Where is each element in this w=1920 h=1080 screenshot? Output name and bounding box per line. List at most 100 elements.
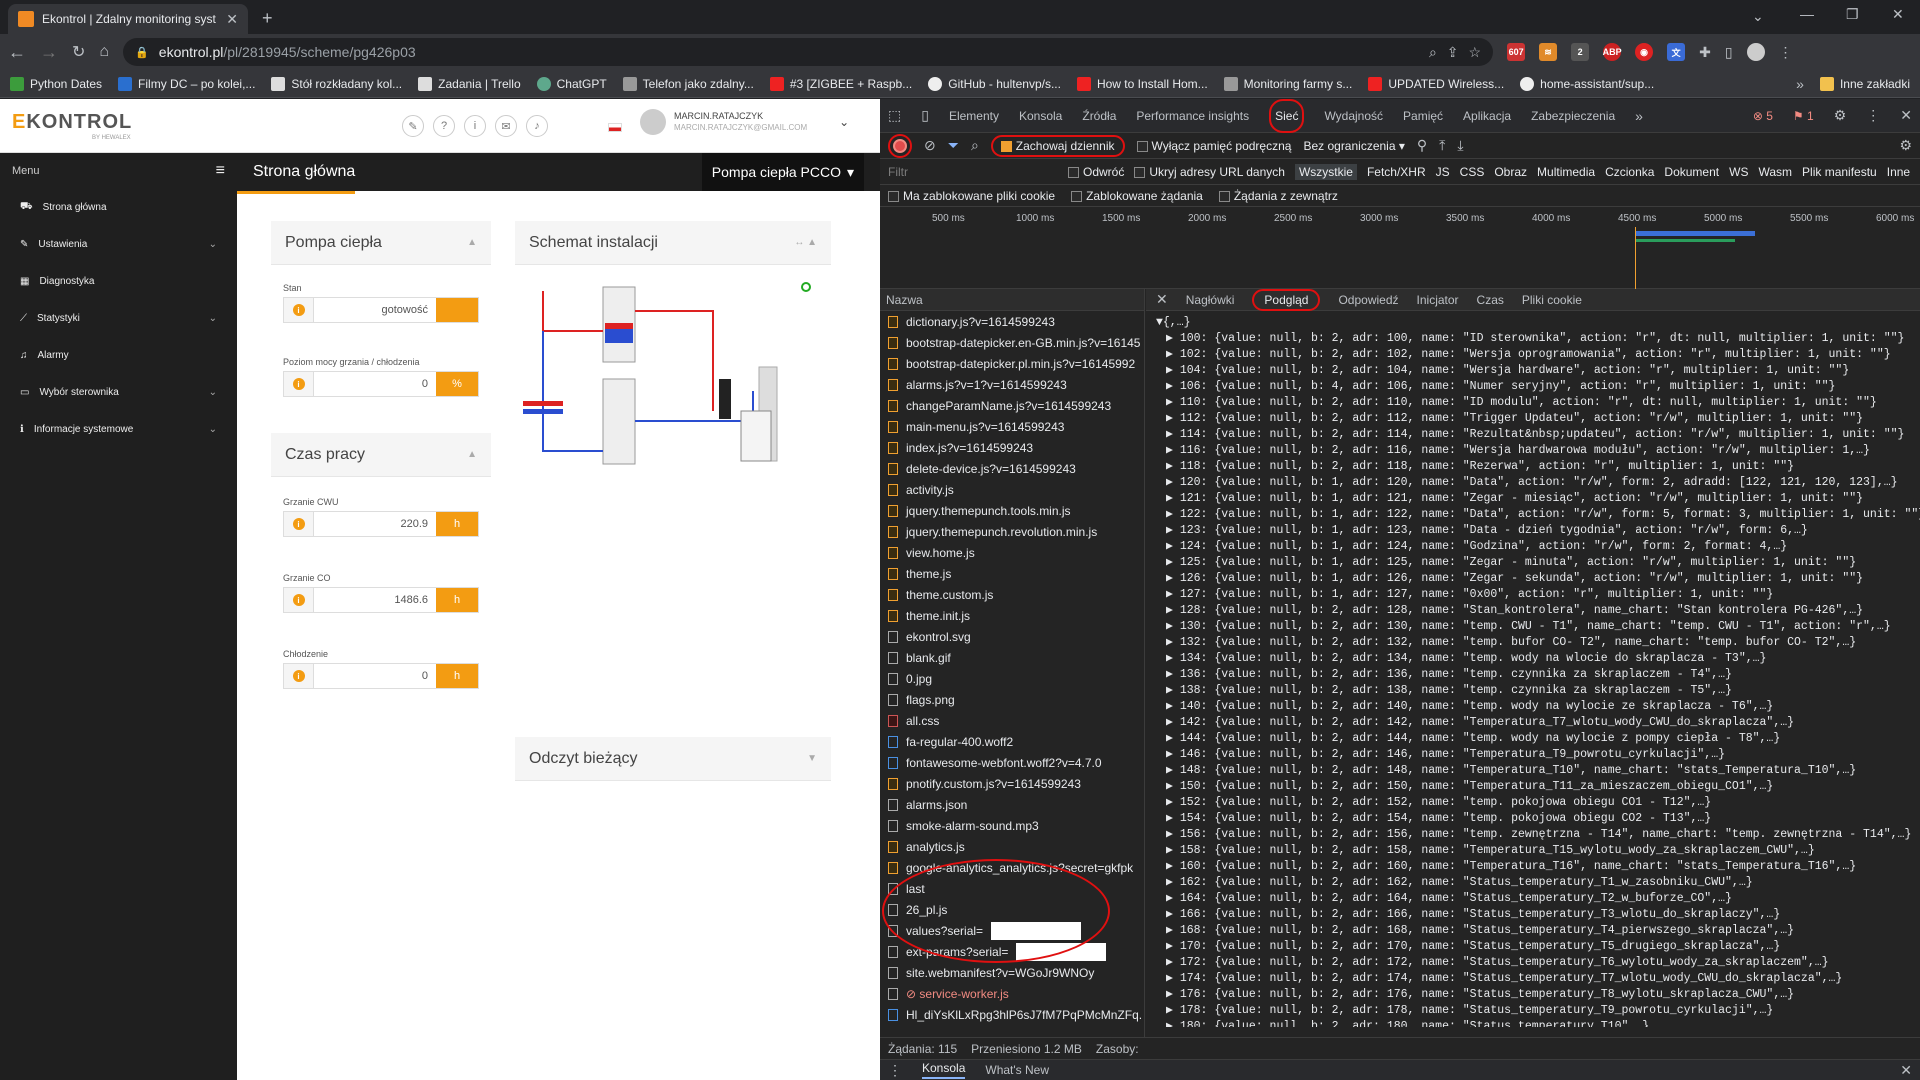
type-filter-wasm[interactable]: Wasm (1758, 165, 1792, 179)
json-entry[interactable]: ▶ 162: {value: null, b: 2, adr: 162, nam… (1156, 875, 1910, 891)
json-preview[interactable]: ▼{,…} ▶ 100: {value: null, b: 2, adr: 100… (1146, 311, 1920, 1027)
type-filter-all[interactable]: Wszystkie (1294, 163, 1357, 180)
tab-performance[interactable]: Wydajność (1324, 109, 1383, 123)
collapse-icon[interactable]: ▲ (467, 449, 477, 460)
tab-preview[interactable]: Podgląd (1252, 288, 1321, 311)
request-row[interactable]: jquery.themepunch.tools.min.js (880, 500, 1144, 521)
tab-sources[interactable]: Źródła (1082, 109, 1116, 123)
edit-icon[interactable]: ✎ (402, 115, 424, 137)
window-close-icon[interactable]: ✕ (1892, 6, 1904, 23)
more-options-icon[interactable]: ⋮ (1866, 107, 1880, 124)
json-entry[interactable]: ▶ 104: {value: null, b: 2, adr: 104, nam… (1156, 363, 1910, 379)
error-count[interactable]: ⊗ 5 (1753, 109, 1773, 123)
request-row[interactable]: pnotify.custom.js?v=1614599243 (880, 773, 1144, 794)
request-row[interactable]: Hl_diYsKlLxRpg3hlP6sJ7fM7PqPMcMnZFq. (880, 1004, 1144, 1025)
bookmark-item[interactable]: UPDATED Wireless... (1368, 76, 1504, 91)
tab-headers[interactable]: Nagłówki (1186, 293, 1235, 307)
minimize-icon[interactable]: — (1800, 6, 1814, 22)
throttle-select[interactable]: Bez ograniczenia ▾ (1303, 139, 1404, 153)
poland-flag-icon[interactable] (608, 123, 622, 132)
bookmark-item[interactable]: Zadania | Trello (418, 76, 521, 91)
bookmark-item[interactable]: How to Install Hom... (1076, 76, 1208, 91)
request-row[interactable]: activity.js (880, 479, 1144, 500)
tab-memory[interactable]: Pamięć (1403, 109, 1443, 123)
chrome-menu-icon[interactable]: ⋮ (1779, 44, 1793, 61)
info-icon[interactable]: i (284, 512, 314, 536)
info-icon[interactable]: i (284, 298, 314, 322)
json-entry[interactable]: ▶ 134: {value: null, b: 2, adr: 134, nam… (1156, 651, 1910, 667)
tab-network[interactable]: Sieć (1269, 99, 1305, 133)
bookmark-item[interactable]: Telefon jako zdalny... (622, 76, 754, 91)
bookmark-item[interactable]: home-assistant/sup... (1520, 76, 1654, 91)
type-filter-doc[interactable]: Dokument (1664, 165, 1719, 179)
ekontrol-logo[interactable]: EKONTROL BY HEWALEX (12, 111, 132, 141)
sidebar-item-diagnostics[interactable]: ▦ Diagnostyka (0, 263, 237, 300)
sidebar-item-home[interactable]: ⛟ Strona główna (0, 189, 237, 226)
json-entry[interactable]: ▶ 174: {value: null, b: 2, adr: 174, nam… (1156, 971, 1910, 987)
tab-search-icon[interactable]: ⌄ (1752, 8, 1764, 25)
json-entry[interactable]: ▶ 130: {value: null, b: 2, adr: 130, nam… (1156, 619, 1910, 635)
request-row[interactable]: view.home.js (880, 542, 1144, 563)
json-entry[interactable]: ▶ 164: {value: null, b: 2, adr: 164, nam… (1156, 891, 1910, 907)
import-har-icon[interactable]: ⤒ (1439, 137, 1445, 154)
type-filter-js[interactable]: JS (1436, 165, 1450, 179)
help-icon[interactable]: ? (433, 115, 455, 137)
clear-icon[interactable]: ⊘ (924, 137, 936, 154)
tab-timing[interactable]: Czas (1477, 293, 1504, 307)
request-row[interactable]: smoke-alarm-sound.mp3 (880, 815, 1144, 836)
json-entry[interactable]: ▶ 132: {value: null, b: 2, adr: 132, nam… (1156, 635, 1910, 651)
json-entry[interactable]: ▶ 178: {value: null, b: 2, adr: 178, nam… (1156, 1003, 1910, 1019)
type-filter-media[interactable]: Multimedia (1537, 165, 1595, 179)
record-button[interactable] (888, 133, 912, 158)
share-icon[interactable]: ⇪ (1447, 44, 1459, 61)
tab-console[interactable]: Konsola (1019, 109, 1062, 123)
json-entry[interactable]: ▶ 100: {value: null, b: 2, adr: 100, nam… (1156, 331, 1910, 347)
type-filter-manifest[interactable]: Plik manifestu (1802, 165, 1877, 179)
close-devtools-icon[interactable]: ✕ (1900, 107, 1912, 124)
drawer-menu-icon[interactable]: ⋮ (888, 1062, 902, 1079)
json-entry[interactable]: ▶ 150: {value: null, b: 2, adr: 150, nam… (1156, 779, 1910, 795)
bookmark-item[interactable]: Monitoring farmy s... (1223, 76, 1352, 91)
user-menu[interactable]: MARCIN.RATAJCZYK MARCIN.RATAJCZYK@GMAIL.C… (640, 109, 849, 135)
type-filter-img[interactable]: Obraz (1494, 165, 1527, 179)
bookmark-item[interactable]: Filmy DC – po kolei,... (118, 76, 255, 91)
info-icon[interactable]: i (284, 372, 314, 396)
device-toolbar-icon[interactable]: ▯ (921, 107, 929, 124)
search-icon[interactable]: ⌕ (971, 137, 979, 154)
json-entry[interactable]: ▶ 114: {value: null, b: 2, adr: 114, nam… (1156, 427, 1910, 443)
pump-select[interactable]: Pompa ciepła PCCO ▾ (701, 153, 864, 191)
adblock-icon[interactable]: ABP (1603, 43, 1622, 61)
warning-count[interactable]: ⚑ 1 (1793, 109, 1814, 123)
json-entry[interactable]: ▶ 124: {value: null, b: 1, adr: 124, nam… (1156, 539, 1910, 555)
json-entry[interactable]: ▶ 156: {value: null, b: 2, adr: 156, nam… (1156, 827, 1911, 843)
json-entry[interactable]: ▶ 116: {value: null, b: 2, adr: 116, nam… (1156, 443, 1910, 459)
request-row[interactable]: alarms.json (880, 794, 1144, 815)
request-row[interactable]: bootstrap-datepicker.en-GB.min.js?v=1614… (880, 332, 1144, 353)
request-row[interactable]: flags.png (880, 689, 1144, 710)
tab-cookies[interactable]: Pliki cookie (1522, 293, 1582, 307)
json-entry[interactable]: ▶ 112: {value: null, b: 2, adr: 112, nam… (1156, 411, 1910, 427)
request-row[interactable]: theme.init.js (880, 605, 1144, 626)
json-entry[interactable]: ▶ 121: {value: null, b: 1, adr: 121, nam… (1156, 491, 1910, 507)
name-column-header[interactable]: Nazwa (880, 289, 1144, 311)
type-filter-fetch[interactable]: Fetch/XHR (1367, 165, 1426, 179)
json-entry[interactable]: ▶ 180: {value: null, b: 2, adr: 180, nam… (1156, 1019, 1910, 1027)
bookmark-item[interactable]: #3 [ZIGBEE + Raspb... (769, 76, 912, 91)
hide-data-urls-checkbox[interactable]: Ukryj adresy URL danych (1134, 165, 1285, 179)
json-entry[interactable]: ▶ 152: {value: null, b: 2, adr: 152, nam… (1156, 795, 1910, 811)
lock-icon[interactable]: 🔒 (135, 46, 149, 59)
json-entry[interactable]: ▶ 138: {value: null, b: 2, adr: 138, nam… (1156, 683, 1910, 699)
json-entry[interactable]: ▶ 110: {value: null, b: 2, adr: 110, nam… (1156, 395, 1910, 411)
info-icon[interactable]: i (284, 664, 314, 688)
tab-application[interactable]: Aplikacja (1463, 109, 1511, 123)
request-row[interactable]: bootstrap-datepicker.pl.min.js?v=1614599… (880, 353, 1144, 374)
json-entry[interactable]: ▶ 144: {value: null, b: 2, adr: 144, nam… (1156, 731, 1910, 747)
back-icon[interactable]: ← (8, 42, 26, 63)
json-entry[interactable]: ▶ 127: {value: null, b: 1, adr: 127, nam… (1156, 587, 1910, 603)
bookmarks-overflow-icon[interactable]: » (1796, 76, 1804, 92)
sidebar-item-controller[interactable]: ▭ Wybór sterownika ⌄ (0, 374, 237, 411)
info-icon[interactable]: i (284, 588, 314, 612)
settings-gear-icon[interactable]: ⚙ (1834, 107, 1847, 124)
collapse-icon[interactable]: ▲ (467, 237, 477, 248)
request-row[interactable]: fontawesome-webfont.woff2?v=4.7.0 (880, 752, 1144, 773)
